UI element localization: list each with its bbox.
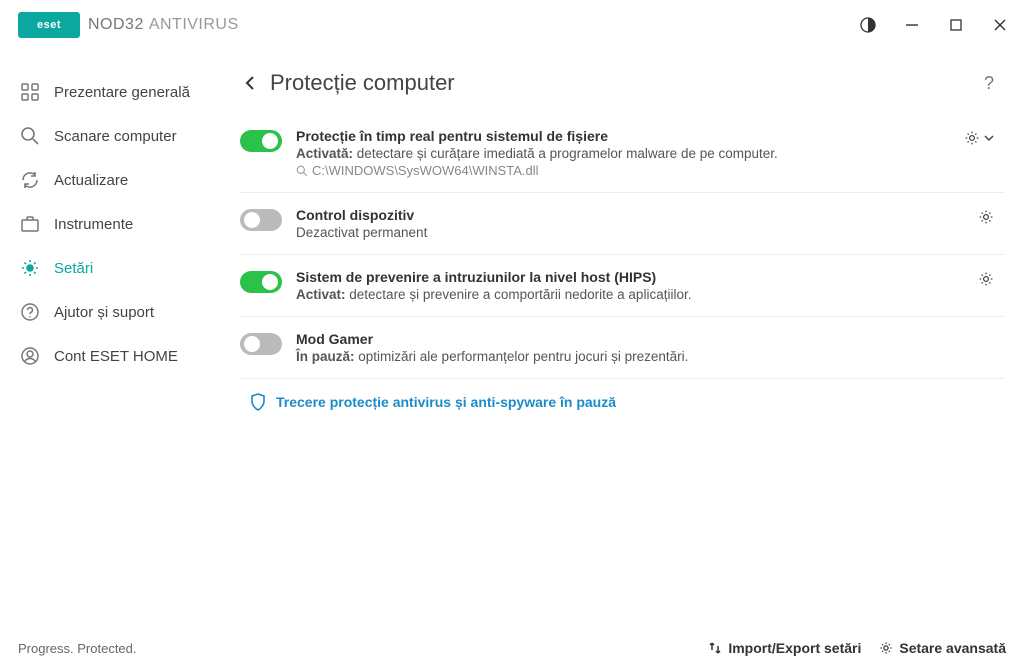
setting-title: Control dispozitiv [296,207,968,223]
help-icon [20,302,40,322]
user-icon [20,346,40,366]
sidebar-item-label: Instrumente [54,216,133,233]
app-logo: eset NOD32 ANTIVIRUS [18,12,239,38]
sidebar-item-label: Cont ESET HOME [54,348,178,365]
product-name: NOD32 ANTIVIRUS [88,16,239,34]
shield-icon [250,393,266,411]
row-settings-dropdown[interactable] [964,130,994,146]
sidebar-item-label: Setări [54,260,93,277]
close-icon[interactable] [988,13,1012,37]
setting-row-hips: Sistem de prevenire a intruziunilor la n… [240,255,1004,317]
back-arrow-icon[interactable] [240,73,260,93]
maximize-icon[interactable] [944,13,968,37]
page-title: Protecție computer [270,70,455,96]
search-icon [20,126,40,146]
briefcase-icon [20,214,40,234]
import-export-link[interactable]: Import/Export setări [708,640,861,656]
settings-list: Protecție în timp real pentru sistemul d… [240,114,1004,626]
sidebar-item-account[interactable]: Cont ESET HOME [0,334,240,378]
gear-icon [978,271,994,287]
setting-title: Protecție în timp real pentru sistemul d… [296,128,954,144]
refresh-icon [20,170,40,190]
advanced-settings-link[interactable]: Setare avansată [879,640,1006,656]
setting-row-realtime: Protecție în timp real pentru sistemul d… [240,114,1004,193]
titlebar: eset NOD32 ANTIVIRUS [0,0,1024,50]
advanced-settings-label: Setare avansată [899,640,1006,656]
import-export-icon [708,641,722,655]
minimize-icon[interactable] [900,13,924,37]
setting-desc: Dezactivat permanent [296,225,968,240]
sidebar-item-settings[interactable]: Setări [0,246,240,290]
gear-icon [20,258,40,278]
toggle-hips[interactable] [240,271,282,293]
toggle-realtime[interactable] [240,130,282,152]
sidebar-item-help[interactable]: Ajutor și suport [0,290,240,334]
row-settings-button[interactable] [978,271,994,287]
toggle-gamer[interactable] [240,333,282,355]
import-export-label: Import/Export setări [728,640,861,656]
contrast-icon[interactable] [856,13,880,37]
product-secondary: ANTIVIRUS [149,16,239,33]
row-settings-button[interactable] [978,209,994,225]
sidebar-item-tools[interactable]: Instrumente [0,202,240,246]
sidebar: Prezentare generală Scanare computer Act… [0,50,240,626]
sidebar-item-label: Scanare computer [54,128,177,145]
product-primary: NOD32 [88,16,144,33]
setting-title: Sistem de prevenire a intruziunilor la n… [296,269,968,285]
setting-row-device-control: Control dispozitiv Dezactivat permanent [240,193,1004,255]
scan-path: C:\WINDOWS\SysWOW64\WINSTA.dll [296,163,954,178]
sidebar-item-label: Ajutor și suport [54,304,154,321]
gear-icon [879,641,893,655]
footer: Progress. Protected. Import/Export setăr… [0,626,1024,670]
gear-icon [978,209,994,225]
setting-row-gamer: Mod Gamer În pauză: optimizări ale perfo… [240,317,1004,379]
context-help-icon[interactable]: ? [984,73,994,94]
gear-icon [964,130,980,146]
brand-badge: eset [18,12,80,38]
chevron-down-icon [984,133,994,143]
window-controls [856,13,1012,37]
page-header: Protecție computer ? [240,62,1004,114]
sidebar-item-overview[interactable]: Prezentare generală [0,70,240,114]
dashboard-icon [20,82,40,102]
main: Prezentare generală Scanare computer Act… [0,50,1024,626]
content: Protecție computer ? Protecție în timp r… [240,50,1024,626]
setting-desc: În pauză: optimizări ale performanțelor … [296,349,994,364]
setting-title: Mod Gamer [296,331,994,347]
pause-link-label: Trecere protecție antivirus și anti-spyw… [276,394,616,410]
toggle-device-control[interactable] [240,209,282,231]
setting-desc: Activat: detectare și prevenire a compor… [296,287,968,302]
setting-desc: Activată: detectare și curățare imediată… [296,146,954,161]
sidebar-item-label: Prezentare generală [54,84,190,101]
pause-protection-link[interactable]: Trecere protecție antivirus și anti-spyw… [240,379,1004,411]
sidebar-item-update[interactable]: Actualizare [0,158,240,202]
footer-tagline: Progress. Protected. [18,641,137,656]
sidebar-item-label: Actualizare [54,172,128,189]
sidebar-item-scan[interactable]: Scanare computer [0,114,240,158]
